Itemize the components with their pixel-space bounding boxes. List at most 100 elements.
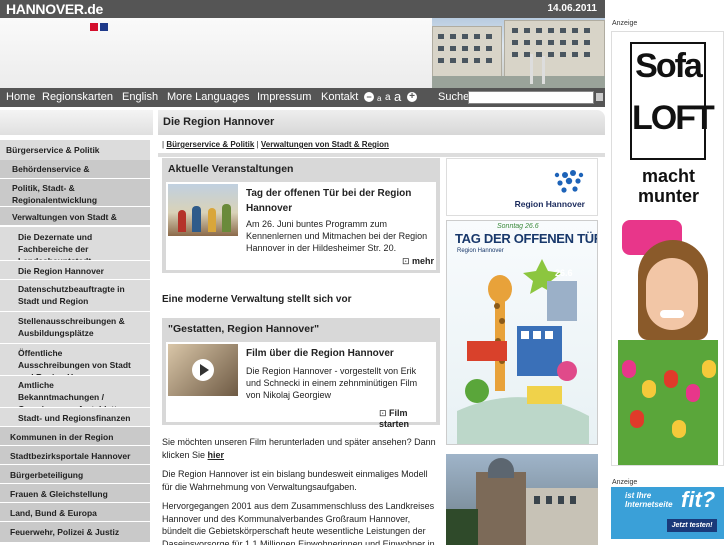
ad-slogan-2: munter <box>637 186 699 206</box>
sidebar-item-stadtbezirke[interactable]: Stadtbezirksportale Hannover <box>0 446 150 465</box>
event-description: Am 26. Juni buntes Programm zum Kennenle… <box>246 219 428 253</box>
font-medium-icon[interactable]: a <box>385 92 391 103</box>
nav-regionskarten[interactable]: Regionskarten <box>42 91 113 103</box>
internet-fit-banner-ad[interactable]: ist Ihre Internetseite fit? Jetzt testen… <box>611 487 724 539</box>
sidebar-item-label: Stellenausschreibungen & Ausbildungsplät… <box>18 316 125 338</box>
search-input[interactable] <box>468 91 594 104</box>
sidebar-item-finanzen[interactable]: Stadt- und Regionsfinanzen <box>0 408 150 427</box>
sidebar-item-label: Kommunen in der Region <box>10 432 114 442</box>
sidebar-item-stellen[interactable]: Stellenausschreibungen & Ausbildungsplät… <box>0 312 150 344</box>
flag-red-square <box>90 23 98 31</box>
sofaloft-brand-bottom: LOFT <box>632 99 715 137</box>
nav-kontakt[interactable]: Kontakt <box>321 91 358 103</box>
header-building-photo <box>432 18 605 88</box>
sidebar-item-label: Frauen & Gleichstellung <box>10 489 108 499</box>
sidebar-item-behoerdenservice[interactable]: Behördenservice & Dienstleistungen <box>0 160 150 179</box>
ad-slogan-1: macht <box>641 166 695 186</box>
search-submit-icon[interactable] <box>596 93 603 101</box>
events-box: Aktuelle Veranstaltungen Tag der offenen… <box>162 158 440 273</box>
poster-date: 26.6 <box>555 268 573 278</box>
sidebar-item-frauen[interactable]: Frauen & Gleichstellung <box>0 484 150 503</box>
sidebar-item-verwaltungen[interactable]: Verwaltungen von Stadt & Region <box>0 207 150 226</box>
sidebar-item-label: Feuerwehr, Polizei & Justiz <box>10 527 120 537</box>
sidebar-item-label: Behördenservice & Dienstleistungen <box>12 164 90 178</box>
top-bar: HANNOVER.de 14.06.2011 <box>0 0 605 18</box>
nav-more-languages[interactable]: More Languages <box>167 91 250 103</box>
event-title[interactable]: Tag der offenen Tür bei der Region Hanno… <box>246 186 431 216</box>
breadcrumb-separator: | <box>162 140 165 149</box>
event-more-link[interactable]: mehr <box>402 256 434 267</box>
divider <box>158 153 605 157</box>
sidebar-item-label: Land, Bund & Europa <box>10 508 97 518</box>
film-start-link[interactable]: Film starten <box>379 408 436 429</box>
banner-text: ist Ihre Internetseite <box>625 491 673 509</box>
flag-blue-square <box>100 23 108 31</box>
film-item: Film über die Region Hannover Die Region… <box>166 342 436 429</box>
page: HANNOVER.de 14.06.2011 Home Regionskarte… <box>0 0 727 545</box>
sidebar-item-label: Verwaltungen von Stadt & Region <box>12 212 117 225</box>
sidebar-item-label: Politik, Stadt- & Regionalentwicklung <box>12 183 98 205</box>
poster-illustration <box>457 259 589 444</box>
font-small-icon[interactable]: a <box>377 94 381 103</box>
film-box: "Gestatten, Region Hannover" Film über d… <box>162 318 440 429</box>
region-logo[interactable]: Region Hannover <box>446 158 598 216</box>
font-decrease-icon[interactable]: − <box>364 92 374 102</box>
region-column: Region Hannover Sonntag 26.6 TAG DER OFF… <box>446 158 598 545</box>
banner-fit: fit? <box>681 487 716 512</box>
sidebar-item-label: Stadt- und Regionsfinanzen <box>18 413 131 423</box>
download-text: Sie möchten unseren Film herunterladen u… <box>162 437 436 460</box>
sidebar-item-land-bund[interactable]: Land, Bund & Europa <box>0 503 150 522</box>
sidebar-item-label: Stadtbezirksportale Hannover <box>10 451 131 461</box>
event-thumbnail[interactable] <box>168 184 238 236</box>
breadcrumb-link-verwaltungen[interactable]: Verwaltungen von Stadt & Region <box>261 140 389 149</box>
sidebar-item-dezernate[interactable]: Die Dezernate und Fachbereiche der Lande… <box>0 227 150 261</box>
sofaloft-skyscraper-ad[interactable]: Sofa LOFT macht munter <box>611 31 724 466</box>
film-thumbnail[interactable] <box>168 344 238 396</box>
nav-impressum[interactable]: Impressum <box>257 91 311 103</box>
intro-paragraph: Die Region Hannover ist ein bislang bund… <box>162 469 428 492</box>
site-logo[interactable]: HANNOVER.de <box>6 1 103 17</box>
main-header: Die Region Hannover <box>158 110 605 135</box>
film-box-heading: "Gestatten, Region Hannover" <box>168 323 320 335</box>
events-item: Tag der offenen Tür bei der Region Hanno… <box>166 182 436 270</box>
font-increase-icon[interactable]: + <box>407 92 417 102</box>
sidebar-item-region-hannover[interactable]: Die Region Hannover <box>0 261 150 280</box>
banner-cta-button[interactable]: Jetzt testen! <box>667 519 717 532</box>
sidebar-item-feuerwehr[interactable]: Feuerwehr, Polizei & Justiz <box>0 522 150 543</box>
ad-woman-image <box>612 210 723 465</box>
font-large-icon[interactable]: a <box>394 89 401 104</box>
town-hall-photo[interactable] <box>446 454 598 545</box>
current-date: 14.06.2011 <box>547 3 598 14</box>
ad-label: Anzeige <box>612 479 638 486</box>
sidebar-header <box>0 110 153 135</box>
sidebar-item-datenschutz[interactable]: Datenschutzbeauftragte in Stadt und Regi… <box>0 280 150 312</box>
breadcrumb-link-buergerservice[interactable]: Bürgerservice & Politik <box>166 140 254 149</box>
section-heading: Eine moderne Verwaltung stellt sich vor <box>162 294 352 305</box>
header-banner <box>0 18 605 88</box>
sidebar-item-label: Bürgerbeteiligung <box>10 470 84 480</box>
page-title: Die Region Hannover <box>163 116 275 128</box>
sofaloft-logo: Sofa LOFT <box>630 42 715 160</box>
nav-english[interactable]: English <box>122 91 158 103</box>
nav-home[interactable]: Home <box>6 91 35 103</box>
events-box-heading: Aktuelle Veranstaltungen <box>168 163 294 175</box>
sidebar-item-label: Die Dezernate und Fachbereiche der Lande… <box>18 232 93 261</box>
sidebar-item-label: Bürgerservice & Politik <box>6 145 100 155</box>
sidebar-item-politik[interactable]: Politik, Stadt- & Regionalentwicklung <box>0 179 150 207</box>
film-description: Die Region Hannover - vorgestellt von Er… <box>246 366 418 400</box>
open-day-poster[interactable]: Sonntag 26.6 TAG DER OFFENEN TÜR Region … <box>446 220 598 445</box>
sidebar-item-amtsblatt[interactable]: Amtliche Bekanntmachungen / Gemeinsames … <box>0 376 150 408</box>
main-navigation: Home Regionskarten English More Language… <box>0 88 605 107</box>
breadcrumb-separator: | <box>256 140 259 149</box>
sidebar-item-ausschreibungen[interactable]: Öffentliche Ausschreibungen von Stadt un… <box>0 344 150 376</box>
sidebar-item-buergerbeteiligung[interactable]: Bürgerbeteiligung <box>0 465 150 484</box>
sidebar-item-kommunen[interactable]: Kommunen in der Region <box>0 427 150 446</box>
film-title[interactable]: Film über die Region Hannover <box>246 346 431 361</box>
main-content: Die Region Hannover | Bürgerservice & Po… <box>158 110 605 545</box>
sofaloft-brand-top: Sofa <box>635 47 703 85</box>
ad-label: Anzeige <box>612 20 638 27</box>
download-paragraph: Sie möchten unseren Film herunterladen u… <box>162 436 440 461</box>
region-logo-text: Region Hannover <box>514 199 585 209</box>
play-icon[interactable] <box>200 364 209 376</box>
download-link[interactable]: hier <box>208 450 225 460</box>
